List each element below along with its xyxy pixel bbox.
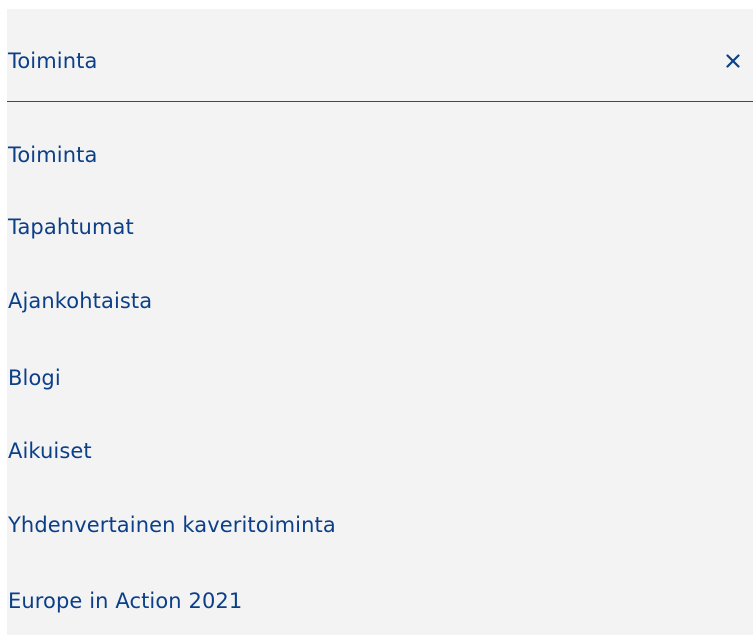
menu-item-aikuiset[interactable]: Aikuiset [8,437,92,465]
submenu-panel: Toiminta Toiminta Tapahtumat Ajankohtais… [7,9,753,635]
menu-item-ajankohtaista[interactable]: Ajankohtaista [8,287,152,315]
close-icon [726,54,740,68]
menu-item-europe-in-action-2021[interactable]: Europe in Action 2021 [8,587,242,615]
menu-item-toiminta[interactable]: Toiminta [8,141,97,169]
menu-item-yhdenvertainen-kaveritoiminta[interactable]: Yhdenvertainen kaveritoiminta [8,511,336,539]
submenu-header: Toiminta [7,9,753,102]
close-button[interactable] [719,45,747,77]
menu-item-blogi[interactable]: Blogi [8,364,61,392]
menu-item-tapahtumat[interactable]: Tapahtumat [8,213,134,241]
submenu-title: Toiminta [8,49,98,73]
